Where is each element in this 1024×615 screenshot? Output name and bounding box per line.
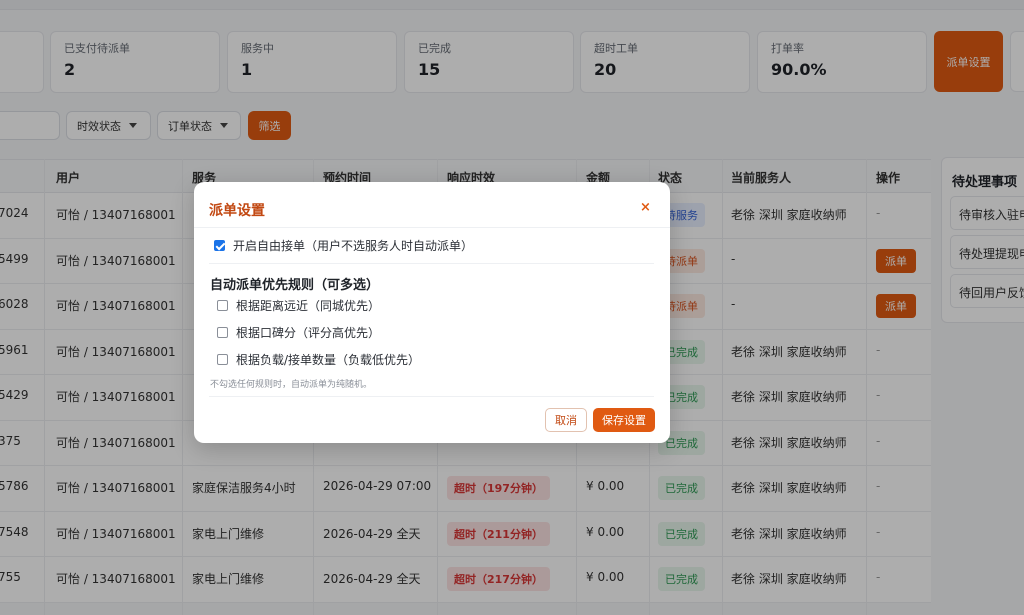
rule-label: 根据负载/接单数量（负载低优先）	[236, 353, 421, 367]
cancel-button[interactable]: 取消	[545, 408, 587, 432]
rule-distance-checkbox[interactable]	[217, 300, 228, 311]
rule-label: 根据口碑分（评分高优先）	[236, 326, 381, 340]
rule-rating-option[interactable]: 根据口碑分（评分高优先）	[217, 324, 380, 341]
dispatch-settings-modal: 派单设置 × 开启自由接单（用户不选服务人时自动派单） 自动派单优先规则（可多选…	[194, 182, 670, 443]
rule-load-checkbox[interactable]	[217, 354, 228, 365]
footer-divider	[209, 396, 654, 397]
modal-header-divider	[194, 227, 670, 228]
save-settings-button[interactable]: 保存设置	[593, 408, 655, 432]
section-divider	[209, 263, 654, 264]
rule-distance-option[interactable]: 根据距离远近（同城优先）	[217, 297, 380, 314]
free-accept-checkbox[interactable]	[214, 240, 225, 251]
rule-label: 根据距离远近（同城优先）	[236, 299, 381, 313]
close-icon[interactable]: ×	[640, 200, 651, 215]
free-accept-label: 开启自由接单（用户不选服务人时自动派单）	[233, 239, 474, 253]
rule-load-option[interactable]: 根据负载/接单数量（负载低优先）	[217, 351, 420, 368]
free-accept-option[interactable]: 开启自由接单（用户不选服务人时自动派单）	[214, 237, 473, 254]
rules-hint: 不勾选任何规则时，自动派单为纯随机。	[210, 380, 373, 390]
rule-rating-checkbox[interactable]	[217, 327, 228, 338]
modal-title: 派单设置	[209, 203, 265, 219]
rules-title: 自动派单优先规则（可多选）	[210, 278, 380, 293]
